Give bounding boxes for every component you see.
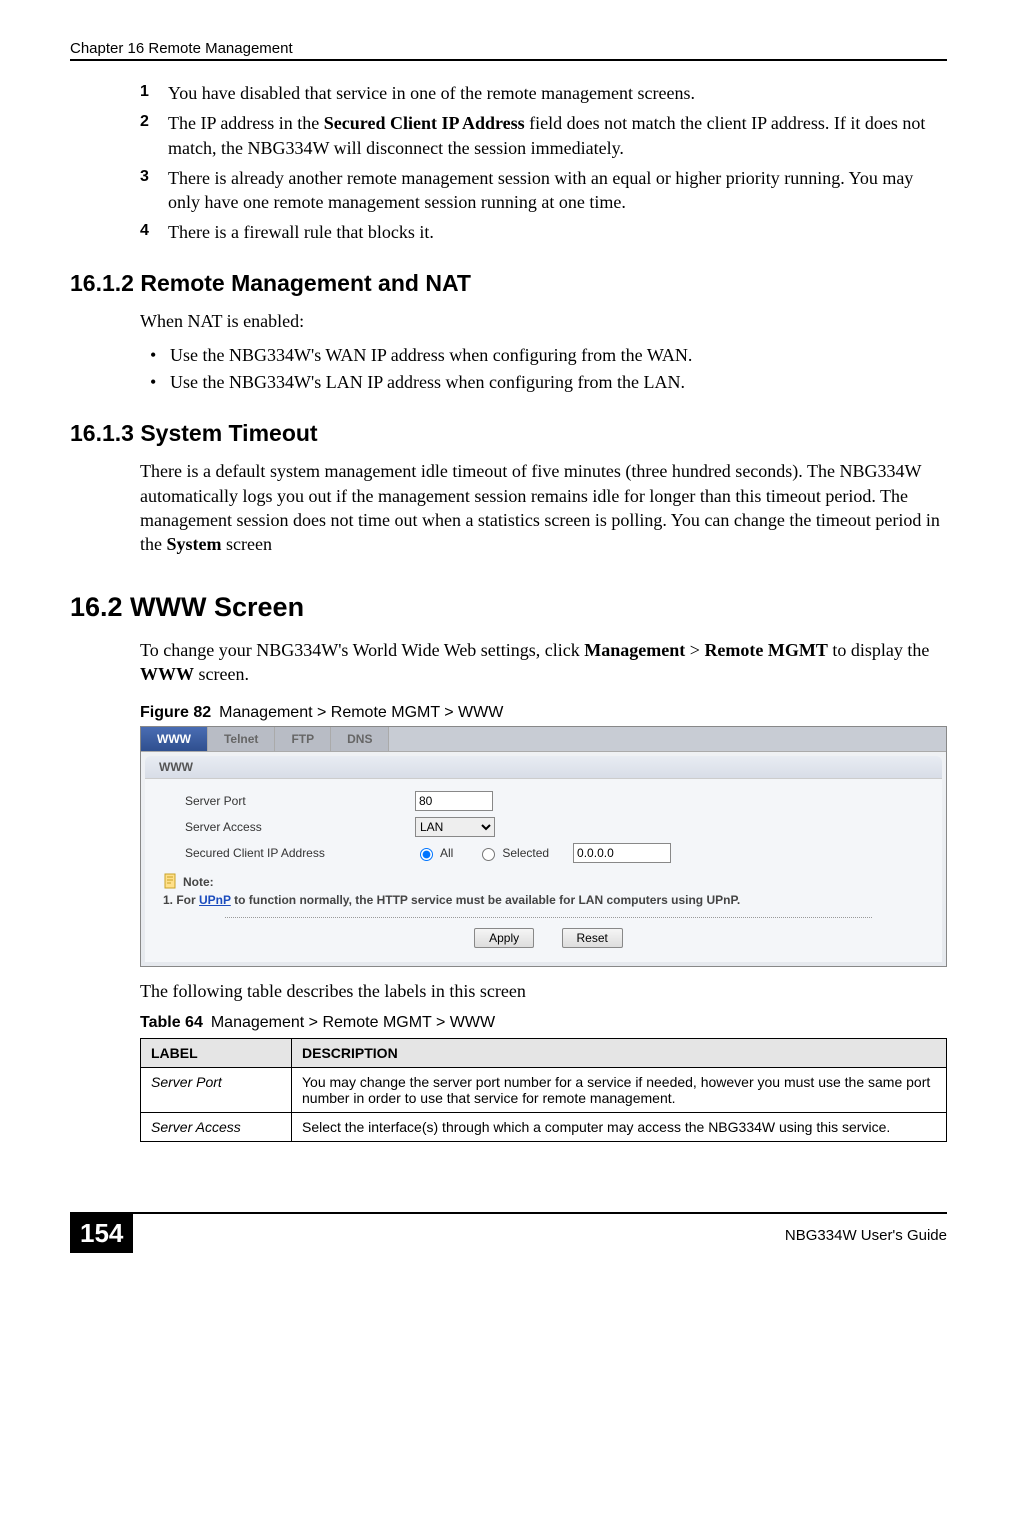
cell-description: Select the interface(s) through which a …: [292, 1112, 947, 1141]
figure-screenshot: WWW Telnet FTP DNS WWW Server Port Serve…: [140, 726, 947, 967]
list-text: The IP address in the Secured Client IP …: [168, 111, 947, 160]
figure-caption: Figure 82Management > Remote MGMT > WWW: [140, 704, 947, 722]
label-server-access: Server Access: [185, 820, 415, 834]
apply-button[interactable]: Apply: [474, 928, 534, 948]
note-text: 1. For UPnP to function normally, the HT…: [163, 893, 912, 907]
list-item: 4 There is a firewall rule that blocks i…: [140, 220, 947, 244]
list-item: •Use the NBG334W's WAN IP address when c…: [150, 343, 947, 368]
tab-www[interactable]: WWW: [141, 727, 208, 751]
table-header-description: DESCRIPTION: [292, 1038, 947, 1067]
paragraph: The following table describes the labels…: [140, 979, 947, 1003]
table-caption: Table 64Management > Remote MGMT > WWW: [140, 1014, 947, 1032]
numbered-list: 1 You have disabled that service in one …: [140, 81, 947, 245]
tab-ftp[interactable]: FTP: [275, 727, 331, 751]
list-number: 1: [140, 81, 168, 105]
link-upnp[interactable]: UPnP: [199, 893, 231, 907]
list-number: 2: [140, 111, 168, 160]
select-server-access[interactable]: LAN: [415, 817, 495, 837]
note-icon: [163, 873, 179, 891]
heading-16-1-3: 16.1.3 System Timeout: [70, 420, 947, 447]
description-table: LABEL DESCRIPTION Server Port You may ch…: [140, 1038, 947, 1142]
table-row: Server Access Select the interface(s) th…: [141, 1112, 947, 1141]
panel-header: WWW: [145, 756, 942, 779]
page-header: Chapter 16 Remote Management: [70, 40, 947, 61]
row-server-port: Server Port: [185, 791, 912, 811]
radio-all[interactable]: [420, 848, 433, 861]
tab-telnet[interactable]: Telnet: [208, 727, 275, 751]
reset-button[interactable]: Reset: [562, 928, 623, 948]
note-row: Note:: [163, 873, 912, 891]
page-footer: 154 NBG334W User's Guide: [70, 1212, 947, 1253]
list-item: 3 There is already another remote manage…: [140, 166, 947, 215]
list-item: 2 The IP address in the Secured Client I…: [140, 111, 947, 160]
header-chapter: Chapter 16 Remote Management: [70, 40, 293, 57]
page-number: 154: [70, 1214, 133, 1253]
radio-selected[interactable]: [482, 848, 495, 861]
cell-description: You may change the server port number fo…: [292, 1067, 947, 1112]
list-item: 1 You have disabled that service in one …: [140, 81, 947, 105]
tabs-row: WWW Telnet FTP DNS: [141, 727, 946, 752]
bullet-list: •Use the NBG334W's WAN IP address when c…: [150, 343, 947, 395]
row-server-access: Server Access LAN: [185, 817, 912, 837]
radio-all-label: All: [440, 846, 453, 860]
footer-guide: NBG334W User's Guide: [133, 1227, 947, 1244]
cell-label: Server Port: [141, 1067, 292, 1112]
list-text: There is a firewall rule that blocks it.: [168, 220, 434, 244]
table-row: Server Port You may change the server po…: [141, 1067, 947, 1112]
table-header-label: LABEL: [141, 1038, 292, 1067]
list-number: 3: [140, 166, 168, 215]
label-server-port: Server Port: [185, 794, 415, 808]
list-text: There is already another remote manageme…: [168, 166, 947, 215]
radio-selected-label: Selected: [502, 846, 549, 860]
list-item: •Use the NBG334W's LAN IP address when c…: [150, 370, 947, 395]
list-number: 4: [140, 220, 168, 244]
list-text: You have disabled that service in one of…: [168, 81, 695, 105]
paragraph: There is a default system management idl…: [140, 459, 947, 556]
input-client-ip[interactable]: [573, 843, 671, 863]
paragraph: To change your NBG334W's World Wide Web …: [140, 638, 947, 687]
cell-label: Server Access: [141, 1112, 292, 1141]
paragraph: When NAT is enabled:: [140, 309, 947, 333]
tab-dns[interactable]: DNS: [331, 727, 389, 751]
input-server-port[interactable]: [415, 791, 493, 811]
note-label: Note:: [183, 875, 214, 889]
heading-16-1-2: 16.1.2 Remote Management and NAT: [70, 270, 947, 297]
heading-16-2: 16.2 WWW Screen: [70, 592, 947, 623]
label-secured-client: Secured Client IP Address: [185, 846, 415, 860]
row-secured-client: Secured Client IP Address All Selected: [185, 843, 912, 863]
separator: [225, 917, 872, 918]
